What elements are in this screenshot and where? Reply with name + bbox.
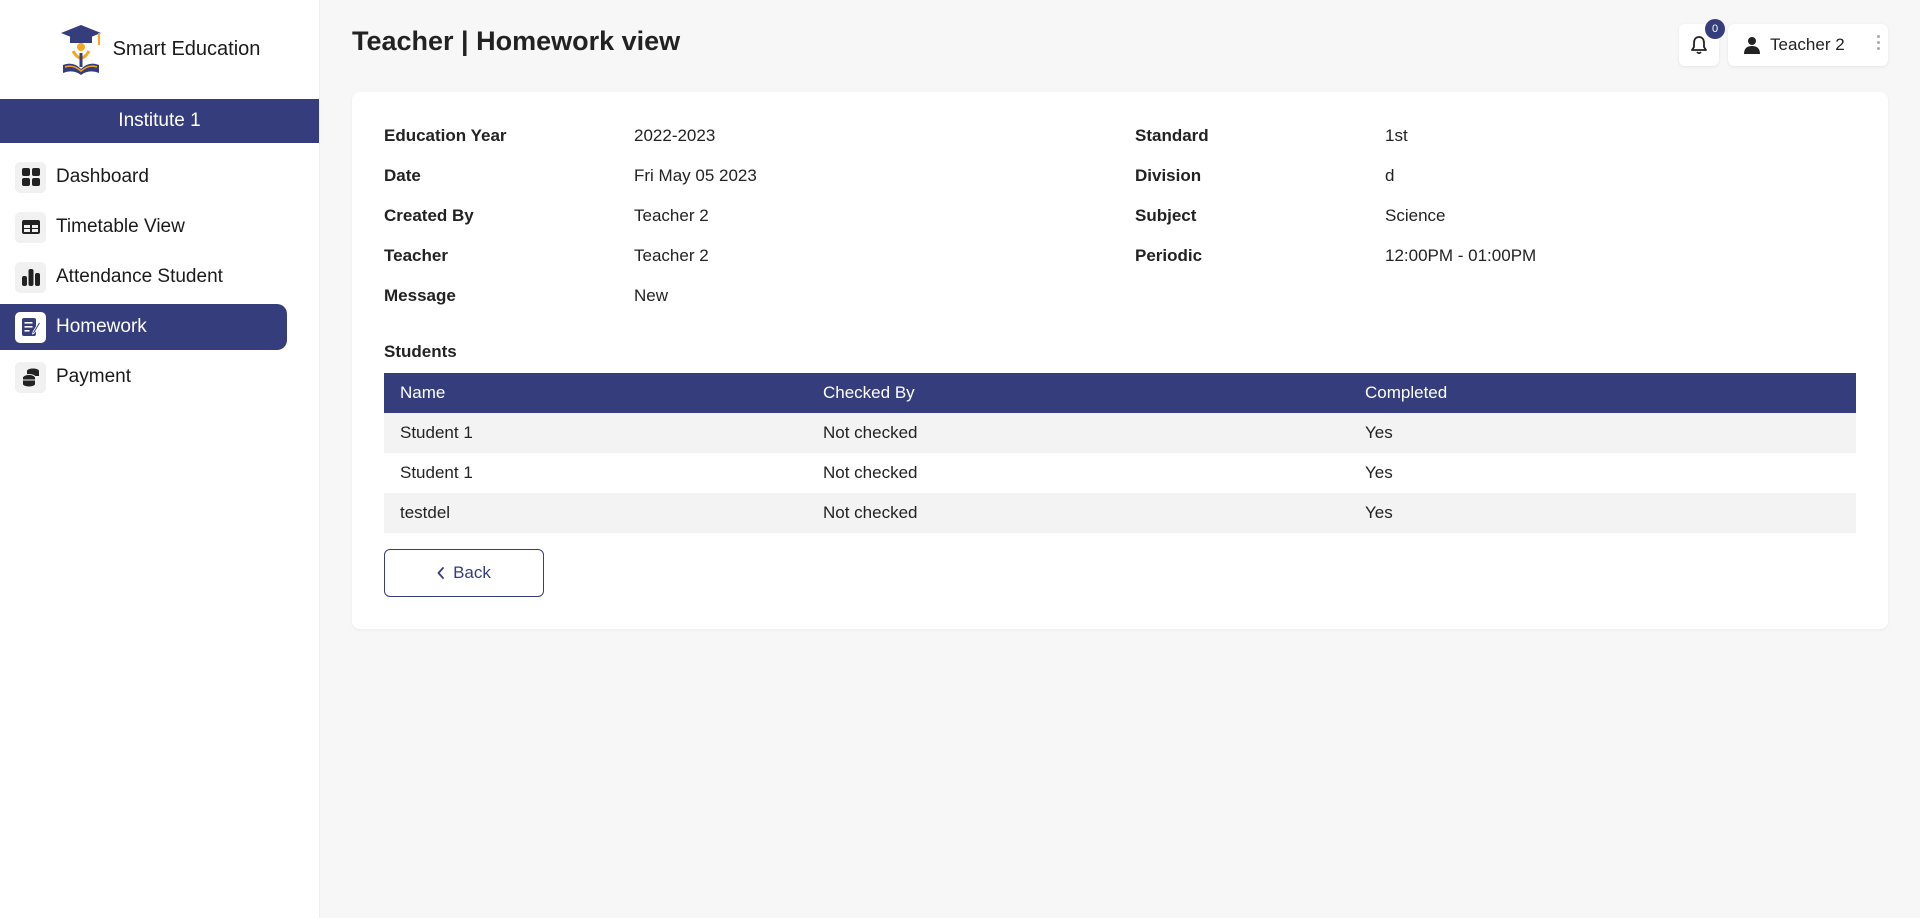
sidebar-item-label: Payment: [56, 366, 131, 387]
bar-chart-icon: [15, 261, 46, 293]
user-menu-button[interactable]: Teacher 2: [1728, 24, 1888, 66]
education-year-value: 2022-2023: [634, 126, 716, 145]
table-row[interactable]: testdel Not checked Yes: [384, 493, 1856, 533]
division-label: Division: [1135, 166, 1202, 185]
sidebar: Smart Education Institute 1 Dashboard Ti…: [0, 0, 320, 918]
completed-cell: Yes: [1365, 503, 1393, 522]
date-value: Fri May 05 2023: [634, 166, 757, 185]
date-label: Date: [384, 166, 421, 185]
checked-by-cell: Not checked: [823, 503, 918, 522]
periodic-label: Periodic: [1135, 246, 1203, 265]
more-vertical-icon[interactable]: [1877, 35, 1880, 50]
graduation-cap-logo-icon: [60, 24, 101, 75]
institute-banner: Institute 1: [0, 99, 319, 143]
coins-icon: [15, 361, 46, 393]
sidebar-item-homework[interactable]: Homework: [0, 304, 287, 350]
standard-label: Standard: [1135, 126, 1209, 145]
brand[interactable]: Smart Education: [0, 0, 319, 99]
sidebar-item-label: Homework: [56, 316, 147, 337]
sidebar-item-timetable-view[interactable]: Timetable View: [0, 204, 287, 250]
chevron-left-icon: [437, 567, 444, 579]
user-name: Teacher 2: [1770, 35, 1845, 54]
subject-value: Science: [1385, 206, 1446, 225]
homework-details-card: Education Year 2022-2023 Date Fri May 05…: [352, 92, 1888, 629]
checked-by-cell: Not checked: [823, 463, 918, 482]
column-header-completed[interactable]: Completed: [1365, 383, 1856, 403]
notifications-button[interactable]: 0: [1679, 19, 1725, 66]
message-value: New: [634, 286, 669, 305]
notification-count-badge: 0: [1705, 19, 1725, 39]
table-icon: [15, 211, 46, 243]
students-table: Name Checked By Completed Student 1 Not …: [384, 373, 1856, 533]
column-header-name[interactable]: Name: [384, 383, 823, 403]
student-name-cell: Student 1: [400, 463, 473, 482]
checked-by-cell: Not checked: [823, 423, 918, 442]
student-name-cell: testdel: [400, 503, 451, 522]
sidebar-item-dashboard[interactable]: Dashboard: [0, 154, 287, 200]
teacher-label: Teacher: [384, 246, 448, 265]
back-button-label: Back: [453, 563, 491, 582]
education-year-label: Education Year: [384, 126, 507, 145]
created-by-label: Created By: [384, 206, 474, 225]
page-title: Teacher | Homework view: [352, 26, 681, 56]
table-row[interactable]: Student 1 Not checked Yes: [384, 453, 1856, 493]
sidebar-nav: Dashboard Timetable View Attendance Stud…: [0, 143, 319, 400]
sidebar-item-label: Timetable View: [56, 216, 185, 237]
standard-value: 1st: [1385, 126, 1408, 145]
sidebar-item-label: Dashboard: [56, 166, 149, 187]
homework-icon: [15, 311, 46, 343]
column-header-checked-by[interactable]: Checked By: [823, 383, 1365, 403]
periodic-value: 12:00PM - 01:00PM: [1385, 246, 1537, 265]
subject-label: Subject: [1135, 206, 1197, 225]
completed-cell: Yes: [1365, 463, 1393, 482]
brand-name: Smart Education: [112, 38, 261, 60]
sidebar-item-attendance-student[interactable]: Attendance Student: [0, 254, 287, 300]
dashboard-icon: [15, 161, 46, 193]
student-name-cell: Student 1: [400, 423, 473, 442]
table-row[interactable]: Student 1 Not checked Yes: [384, 413, 1856, 453]
created-by-value: Teacher 2: [634, 206, 709, 225]
back-button[interactable]: Back: [384, 549, 544, 597]
students-section-title: Students: [384, 342, 457, 361]
table-header: Name Checked By Completed: [384, 373, 1856, 413]
user-icon: [1744, 37, 1760, 54]
division-value: d: [1385, 166, 1395, 185]
teacher-value: Teacher 2: [634, 246, 709, 265]
sidebar-item-payment[interactable]: Payment: [0, 354, 287, 400]
message-label: Message: [384, 286, 456, 305]
bell-icon: [1691, 36, 1707, 55]
completed-cell: Yes: [1365, 423, 1393, 442]
sidebar-item-label: Attendance Student: [56, 266, 223, 287]
